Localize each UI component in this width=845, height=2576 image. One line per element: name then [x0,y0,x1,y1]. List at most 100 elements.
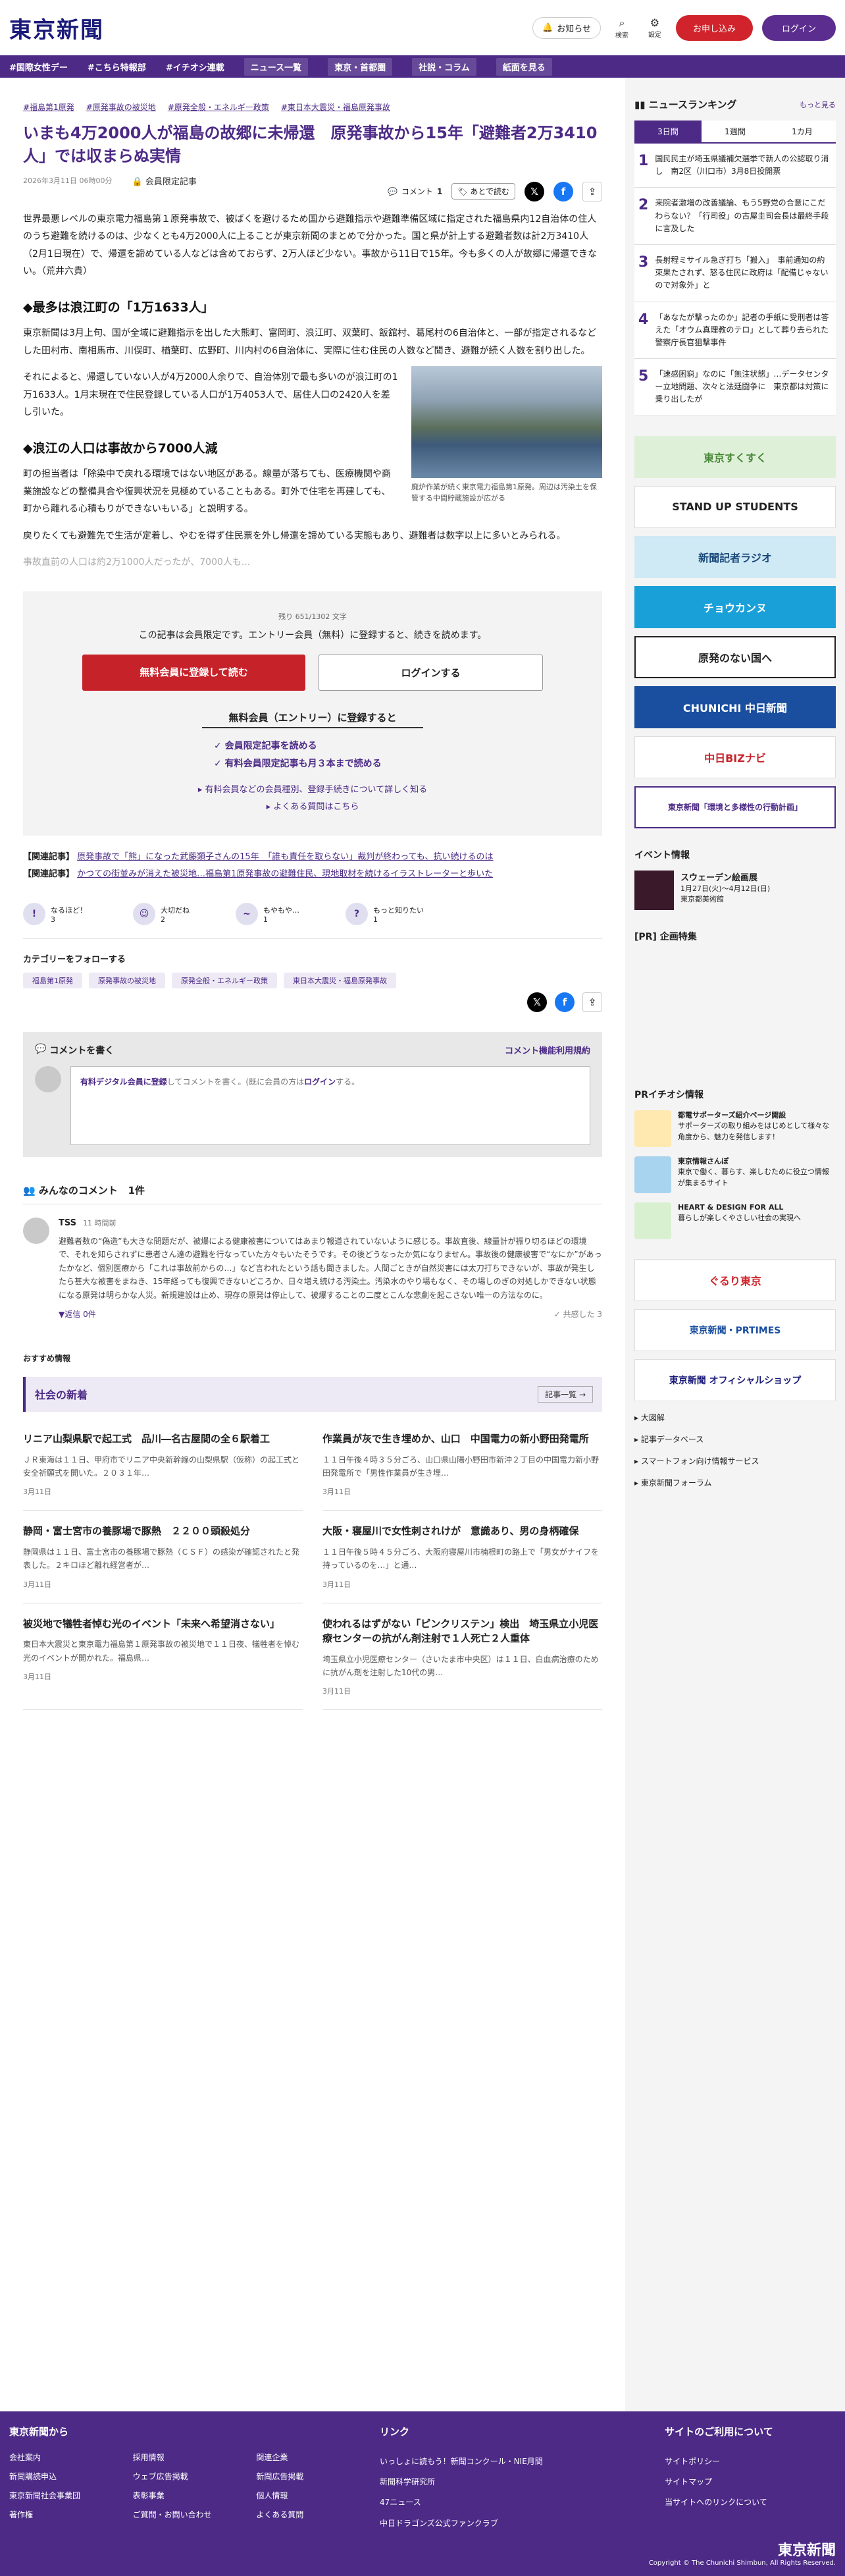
x-share-icon[interactable]: 𝕏 [527,992,547,1013]
agree-button[interactable]: ✓ 共感した 3 [554,1308,602,1320]
category-chip[interactable]: 東日本大震災・福島原発事故 [284,973,396,989]
footer-link[interactable]: ご質問・お問い合わせ [133,2509,257,2520]
ranking-item[interactable]: 1 国民民主が埼玉県議補欠選挙で新人の公認取り消し 南2区（川口市）3月8日投開票 [634,144,836,188]
ranking-item[interactable]: 4 「あなたが撃ったのか」記者の手紙に受刑者は答えた「オウム真理教のテロ」として葬… [634,302,836,360]
footer-link[interactable]: 採用情報 [133,2452,257,2463]
share-icon[interactable]: ⇪ [582,181,602,201]
ranking-item[interactable]: 2 来院者激増の改善議論、もう5野党の合意にこだわらない？「行司役」の古屋圭司会長… [634,188,836,245]
footer-link[interactable]: いっしょに読もう！新聞コンクール・NIE月間 [380,2452,665,2472]
footer-link[interactable]: 新聞広告掲載 [256,2471,380,2482]
ranking-tab[interactable]: 3日間 [634,121,702,142]
banner-standup[interactable]: STAND UP STUDENTS [634,485,836,528]
footer-link[interactable]: サイトマップ [665,2472,836,2492]
footer-link[interactable]: 会社案内 [9,2452,133,2463]
banner-chokanu[interactable]: チョウカンヌ [634,585,836,628]
footer-link[interactable]: 当サイトへのリンクについて [665,2492,836,2513]
site-logo[interactable]: 東京新聞 [9,12,104,44]
category-chip[interactable]: 原発事故の被災地 [89,973,165,989]
nav-item[interactable]: ニュース一覧 [243,57,309,76]
news-item[interactable]: 被災地で犠牲者悼む光のイベント「未来へ希望消さない」 東日本大震災と東京電力福島第… [23,1603,303,1711]
nav-item[interactable]: #イチオシ連載 [166,61,224,73]
banner-prtimes[interactable]: 東京新聞・PRTIMES [634,1308,836,1351]
banner-radio[interactable]: 新聞記者ラジオ [634,535,836,578]
share-icon[interactable]: ⇪ [582,992,602,1013]
pr-item[interactable]: HEART & DESIGN FOR ALL 暮らしが楽しくやさしい社会の実現へ [634,1202,836,1239]
reaction-button[interactable]: ☺ 大切だね 2 [133,903,190,926]
footer-link[interactable]: 中日ドラゴンズ公式ファンクラブ [380,2513,665,2534]
register-link[interactable]: 有料デジタル会員に登録 [80,1077,167,1087]
search-button[interactable]: ⌕ 検索 [610,16,634,40]
paywall-login-button[interactable]: ログインする [319,654,543,691]
tag-link[interactable]: #福島第1原発 [23,101,74,113]
side-link[interactable]: ▸ 東京新聞フォーラム [634,1477,836,1488]
nav-item[interactable]: #国際女性デー [9,61,68,73]
pr-item[interactable]: 東京情報さんぽ 東京で働く、暮らす、楽しむために役立つ情報が集まるサイト [634,1156,836,1193]
banner-genpatsu[interactable]: 原発のない国へ [634,635,836,678]
comment-login-link[interactable]: ログイン [304,1077,336,1087]
x-share-icon[interactable]: 𝕏 [525,181,544,201]
related-link[interactable]: かつての街並みが消えた被災地…福島第1原発事故の避難住民、現地取材を続けるイラス… [77,869,493,879]
news-item[interactable]: 大阪・寝屋川で女性刺されけが 意識あり、男の身柄確保 １１日午後５時４５分ごろ、大… [322,1511,602,1603]
read-later-button[interactable]: 🏷 あとで読む [451,183,515,200]
nav-item[interactable]: #こちら特報部 [88,61,146,73]
register-button[interactable]: 無料会員に登録して読む [82,654,305,691]
nav-item[interactable]: 紙面を見る [496,57,552,76]
ranking-more-link[interactable]: もっと見る [800,99,836,110]
tag-link[interactable]: #原発事故の被災地 [86,101,156,113]
ranking-tab[interactable]: 1週間 [702,121,769,142]
login-button[interactable]: ログイン [761,14,836,41]
photo-image[interactable] [411,366,602,479]
pr-item[interactable]: 都電サポーターズ紹介ページ開設 サポーターズの取り組みをはじめとして様々な角度から… [634,1110,836,1147]
footer-link[interactable]: 東京新聞社会事業団 [9,2490,133,2501]
footer-link[interactable]: 新聞科学研究所 [380,2472,665,2492]
settings-button[interactable]: ⚙ 設定 [643,16,667,39]
banner-bizinavi[interactable]: 中日BIZナビ [634,736,836,778]
news-item[interactable]: 使われるはずがない「ピンクリステン」検出 埼玉県立小児医療センターの抗がん剤注射… [322,1603,602,1711]
footer-link[interactable]: 関連企業 [256,2452,380,2463]
banner-sukusuku[interactable]: 東京すくすく [634,435,836,478]
reply-toggle[interactable]: ▼返信 0件 [59,1308,96,1320]
facebook-share-icon[interactable]: f [553,181,573,201]
related-link[interactable]: 原発事故で「熊」になった武藤類子さんの15年 「誰も責任を取らない」裁判が終わっ… [77,852,493,862]
footer-link[interactable]: 表彰事業 [133,2490,257,2501]
event-item[interactable]: スウェーデン絵画展 1月27日(火)～4月12日(日) 東京都美術館 [634,870,836,910]
banner-chunichi[interactable]: CHUNICHI 中日新聞 [634,685,836,728]
comment-input[interactable]: 有料デジタル会員に登録してコメントを書く。(既に会員の方はログインする。 [70,1066,590,1146]
footer-link[interactable]: 個人情報 [256,2490,380,2501]
footer-link[interactable]: 47ニュース [380,2492,665,2513]
tag-link[interactable]: #東日本大震災・福島原発事故 [281,101,390,113]
side-link[interactable]: ▸ 記事データベース [634,1434,836,1445]
footer-link[interactable]: ウェブ広告掲載 [133,2471,257,2482]
reaction-button[interactable]: ? もっと知りたい 1 [346,903,424,926]
apply-button[interactable]: お申し込み [675,14,753,41]
footer-link[interactable]: よくある質問 [256,2509,380,2520]
social-more-link[interactable]: 記事一覧 → [538,1386,593,1403]
news-item[interactable]: リニア山梨県駅で起工式 品川―名古屋間の全６駅着工 ＪＲ東海は１１日、甲府市でリニ… [23,1418,303,1511]
faq-link[interactable]: ▸ よくある質問はこちら [82,799,543,816]
ranking-tab[interactable]: 1カ月 [769,121,836,142]
notice-button[interactable]: 🔔 お知らせ [532,16,601,39]
comment-count-link[interactable]: 💬 コメント 1 [388,186,442,197]
ranking-item[interactable]: 5 「速感困窮」なのに「無注状態」…データセンター立地問題、次々と法廷闘争に 東京… [634,359,836,416]
banner-gururi[interactable]: ぐるり東京 [634,1258,836,1301]
category-chip[interactable]: 福島第1原発 [23,973,82,989]
category-chip[interactable]: 原発全般・エネルギー政策 [172,973,277,989]
reaction-button[interactable]: ~ もやもや… 1 [236,903,299,926]
footer-link[interactable]: サイトポリシー [665,2452,836,2472]
tag-link[interactable]: #原発全般・エネルギー政策 [168,101,269,113]
news-item[interactable]: 静岡・富士宮市の養豚場で豚熱 ２２００頭殺処分 静岡県は１１日、富士宮市の養豚場で… [23,1511,303,1603]
ranking-item[interactable]: 3 長射程ミサイル急ぎ打ち「搬入」 事前通知の約束果たされず、怒る住民に政府は「配… [634,244,836,302]
footer-link[interactable]: 新聞購読申込 [9,2471,133,2482]
comment-policy-link[interactable]: コメント機能利用規約 [505,1044,590,1057]
banner-shop[interactable]: 東京新聞 オフィシャルショップ [634,1358,836,1401]
side-link[interactable]: ▸ 大図解 [634,1412,836,1423]
side-link[interactable]: ▸ スマートフォン向け情報サービス [634,1455,836,1466]
banner-action-plan[interactable]: 東京新聞「環境と多様性の行動計画」 [634,786,836,828]
commenter-name[interactable]: TSS [59,1218,76,1228]
nav-item[interactable]: 東京・首都圏 [328,57,393,76]
footer-link[interactable]: 著作権 [9,2509,133,2520]
reaction-button[interactable]: ! なるほど！ 3 [23,903,87,926]
news-item[interactable]: 作業員が灰で生き埋めか、山口 中国電力の新小野田発電所 １１日午後４時３５分ごろ、… [322,1418,602,1511]
membership-info-link[interactable]: ▸ 有料会員などの会員種別、登録手続きについて詳しく知る [82,782,543,799]
facebook-share-icon[interactable]: f [555,992,575,1013]
